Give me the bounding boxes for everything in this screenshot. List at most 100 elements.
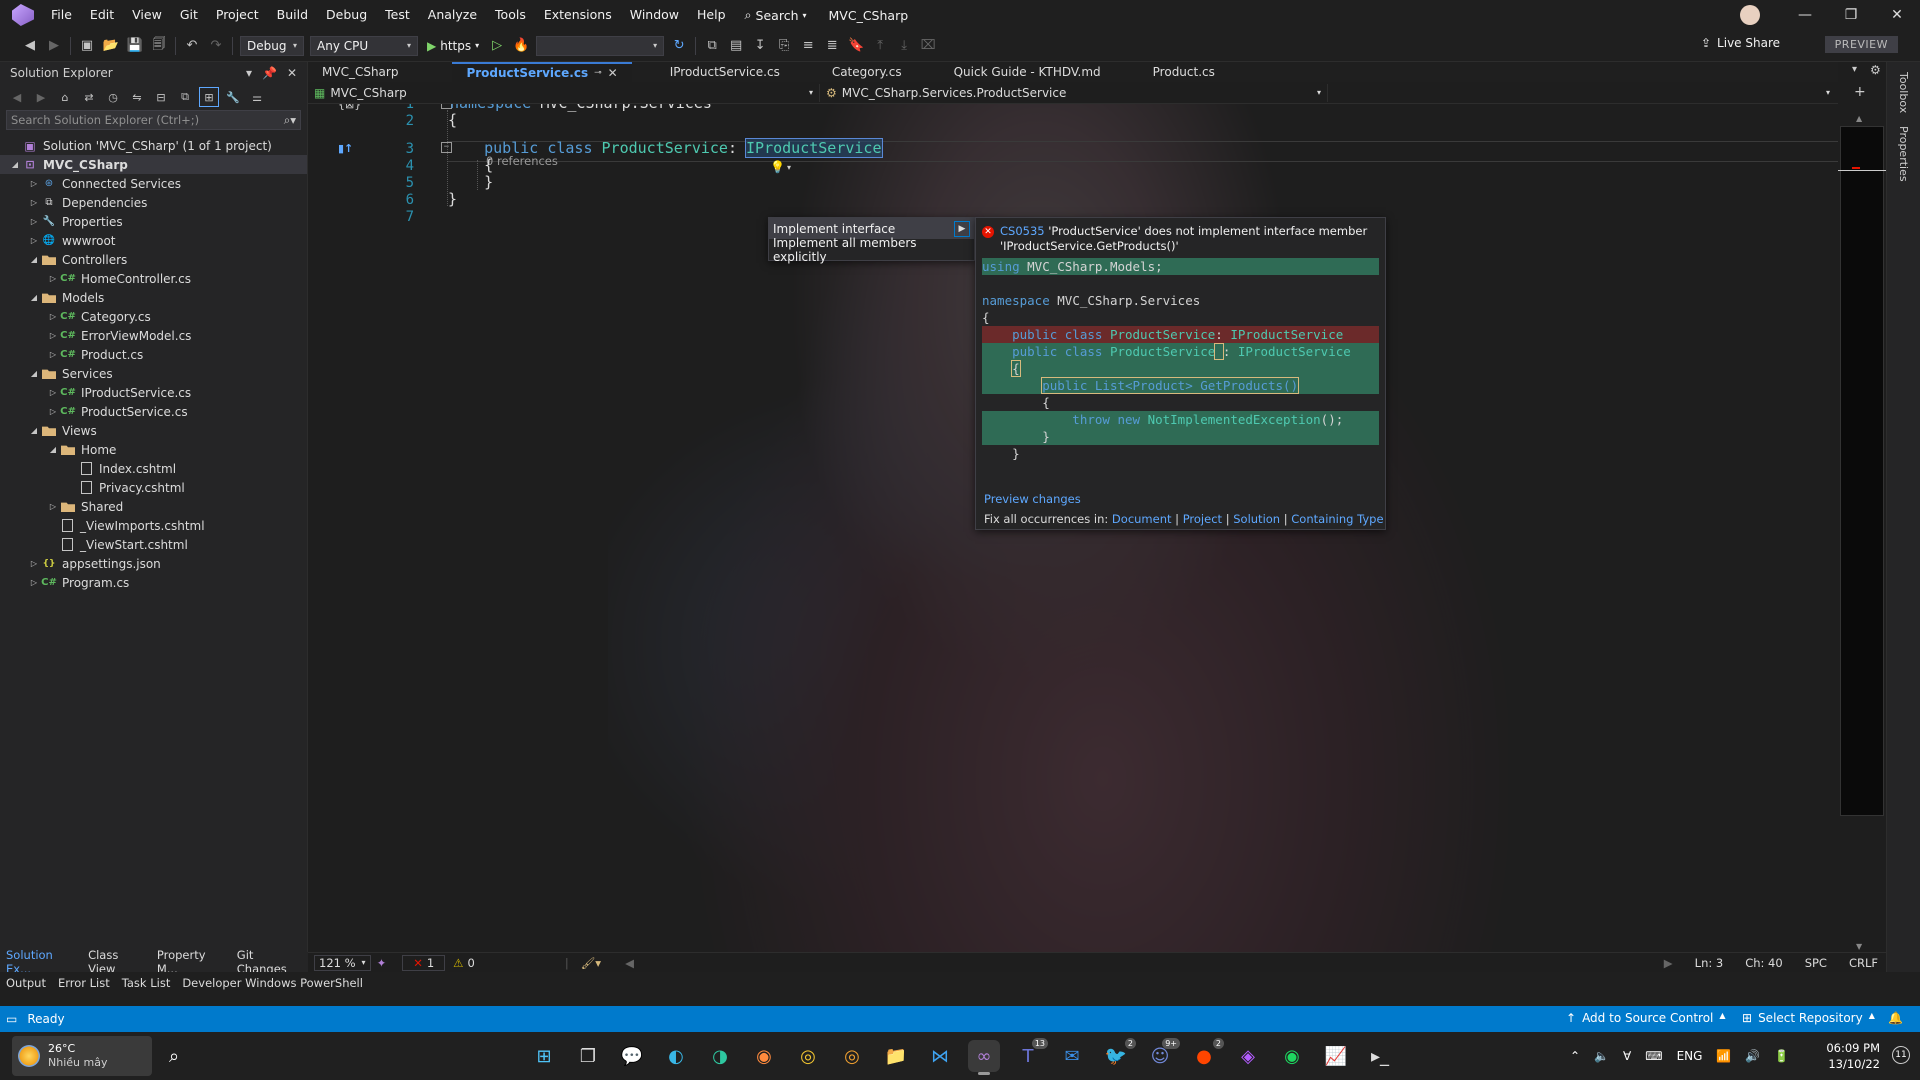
bookmark-icon[interactable]: 🔖	[845, 35, 867, 57]
tree-item[interactable]: ▷ C# Category.cs	[0, 307, 307, 326]
tree-item[interactable]: ▷ ⧉ Dependencies	[0, 193, 307, 212]
tree-item[interactable]: ◢ Views	[0, 421, 307, 440]
fix-all-solution-link[interactable]: Solution	[1233, 512, 1280, 526]
minimize-button[interactable]: —	[1782, 0, 1828, 30]
tree-item[interactable]: ▷ 🔧 Properties	[0, 212, 307, 231]
tree-item[interactable]: ▷ C# ProductService.cs	[0, 402, 307, 421]
tree-item[interactable]: _ViewStart.cshtml	[0, 535, 307, 554]
tab-overflow-icon[interactable]: ▾	[1852, 64, 1857, 75]
step-into-icon[interactable]: ↧	[749, 35, 771, 57]
project-dropdown[interactable]: ▦ MVC_CSharp ▾	[308, 83, 820, 102]
column-indicator[interactable]: Ch: 40	[1745, 956, 1782, 970]
menu-tools[interactable]: Tools	[486, 0, 535, 30]
menu-extensions[interactable]: Extensions	[535, 0, 621, 30]
tab-productservice-cs[interactable]: ProductService.cs ⊸ ✕	[452, 62, 632, 82]
select-repository-button[interactable]: ⊞ Select Repository ▲	[1742, 1011, 1875, 1025]
switch-views-icon[interactable]: ⇄	[79, 87, 99, 107]
solution-settings-icon[interactable]: ⚌	[247, 87, 267, 107]
fix-all-containing-type-link[interactable]: Containing Type	[1291, 512, 1383, 526]
tree-item[interactable]: Privacy.cshtml	[0, 478, 307, 497]
menu-edit[interactable]: Edit	[81, 0, 123, 30]
collapsed-arrow-icon[interactable]: ▷	[46, 312, 60, 321]
resource-monitor-icon[interactable]: 📈	[1320, 1040, 1352, 1072]
collapsed-arrow-icon[interactable]: ▷	[27, 578, 41, 587]
menu-debug[interactable]: Debug	[317, 0, 376, 30]
tab-iproductservice-cs[interactable]: IProductService.cs	[656, 62, 794, 82]
menu-git[interactable]: Git	[171, 0, 207, 30]
toolbox-tab[interactable]: Toolbox	[1897, 72, 1910, 113]
preview-badge[interactable]: PREVIEW	[1824, 36, 1898, 53]
back-icon[interactable]: ◀	[19, 35, 41, 57]
scroll-up-icon[interactable]: ▲	[1856, 114, 1862, 123]
tree-item[interactable]: Index.cshtml	[0, 459, 307, 478]
properties-tab[interactable]: Properties	[1897, 126, 1910, 182]
debug-target-select[interactable]: ▾	[536, 35, 665, 56]
redo-icon[interactable]: ↷	[205, 35, 227, 57]
tree-item[interactable]: ▷ C# Product.cs	[0, 345, 307, 364]
teams-chat-icon[interactable]: 💬	[616, 1040, 648, 1072]
menu-file[interactable]: File	[42, 0, 81, 30]
task-view-icon[interactable]: ❐	[572, 1040, 604, 1072]
tree-item[interactable]: ◢ Controllers	[0, 250, 307, 269]
sync-icon[interactable]: ⇋	[127, 87, 147, 107]
panel-options-icon[interactable]: ▾	[246, 66, 252, 80]
tree-item[interactable]: ◢ Models	[0, 288, 307, 307]
tree-item[interactable]: ▷ 🌐 wwwroot	[0, 231, 307, 250]
collapsed-arrow-icon[interactable]: ▷	[27, 179, 41, 188]
implement-explicitly-item[interactable]: Implement all members explicitly	[769, 236, 974, 264]
messenger-icon[interactable]: ◈	[1232, 1040, 1264, 1072]
restore-button[interactable]: ❐	[1828, 0, 1874, 30]
tree-item[interactable]: _ViewImports.cshtml	[0, 516, 307, 535]
expanded-arrow-icon[interactable]: ◢	[8, 160, 22, 169]
visual-studio-icon[interactable]: ∞	[968, 1040, 1000, 1075]
tab-product-cs[interactable]: Product.cs	[1139, 62, 1229, 82]
battery-icon[interactable]: 🔋	[1774, 1049, 1789, 1063]
tab-quick-guide-kthdv-md[interactable]: Quick Guide - KTHDV.md	[940, 62, 1115, 82]
scroll-left-icon[interactable]: ◀	[625, 956, 634, 970]
run-button[interactable]: ▶ https ▾	[421, 39, 485, 53]
tree-item[interactable]: ▷{} appsettings.json	[0, 554, 307, 573]
weather-widget[interactable]: 26°C Nhiều mây	[12, 1036, 152, 1076]
type-dropdown[interactable]: ⚙ MVC_CSharp.Services.ProductService ▾	[820, 83, 1328, 102]
tree-item[interactable]: ◢ ⊡ MVC_CSharp	[0, 155, 307, 174]
split-editor-icon[interactable]: +	[1854, 84, 1866, 100]
error-count-button[interactable]: ✕ 1	[402, 954, 446, 971]
tree-item[interactable]: ▷ C# ErrorViewModel.cs	[0, 326, 307, 345]
tree-item[interactable]: ▷ ⊛ Connected Services	[0, 174, 307, 193]
volume-icon[interactable]: 🔊	[1745, 1049, 1760, 1063]
tab-category-cs[interactable]: Category.cs	[818, 62, 916, 82]
spotify-icon[interactable]: ◉	[1276, 1040, 1308, 1072]
speaker-icon[interactable]: 🔈	[1594, 1049, 1609, 1063]
reddit-icon[interactable]: ● 2	[1188, 1038, 1224, 1072]
collapsed-arrow-icon[interactable]: ▷	[46, 274, 60, 283]
tree-item[interactable]: ◢ Home	[0, 440, 307, 459]
search-button[interactable]: ⌕ Search ▾	[735, 7, 817, 23]
preview-changes-link[interactable]: Preview changes	[984, 492, 1081, 506]
language-indicator[interactable]: ENG	[1677, 1049, 1703, 1063]
show-hidden-icons-icon[interactable]: ⌃	[1570, 1049, 1580, 1063]
forward-icon[interactable]: ▶	[31, 87, 51, 107]
close-window-button[interactable]: ✕	[1874, 0, 1920, 30]
chrome-canary-icon[interactable]: ◎	[836, 1040, 868, 1072]
notification-center-button[interactable]: 11	[1892, 1046, 1910, 1064]
configuration-select[interactable]: Debug ▾	[240, 35, 304, 56]
zoom-select[interactable]: 121 % ▾	[314, 954, 371, 971]
back-icon[interactable]: ◀	[7, 87, 27, 107]
preview-selected-icon[interactable]: ⊞	[199, 87, 219, 107]
discord-icon[interactable]: ☺ 9+	[1144, 1038, 1180, 1072]
pin-icon[interactable]: ⊸	[594, 68, 602, 78]
quick-actions-lightbulb[interactable]: 💡 ▾	[770, 160, 791, 174]
fix-all-project-link[interactable]: Project	[1183, 512, 1222, 526]
tree-item[interactable]: ▷ C# IProductService.cs	[0, 383, 307, 402]
menu-window[interactable]: Window	[621, 0, 688, 30]
vscode-icon[interactable]: ⋈	[924, 1040, 956, 1072]
editor-settings-icon[interactable]: ⚙	[1870, 63, 1881, 77]
scroll-right-icon[interactable]: ▶	[1664, 956, 1673, 970]
collapsed-arrow-icon[interactable]: ▷	[46, 502, 60, 511]
save-all-icon[interactable]: 🗐	[148, 35, 170, 57]
tree-item[interactable]: ▷ C# Program.cs	[0, 573, 307, 592]
breakpoint-icon[interactable]: ⎘	[773, 35, 795, 57]
menu-view[interactable]: View	[123, 0, 171, 30]
layout-icon[interactable]: ▤	[725, 35, 747, 57]
chrome-icon[interactable]: ◎	[792, 1040, 824, 1072]
